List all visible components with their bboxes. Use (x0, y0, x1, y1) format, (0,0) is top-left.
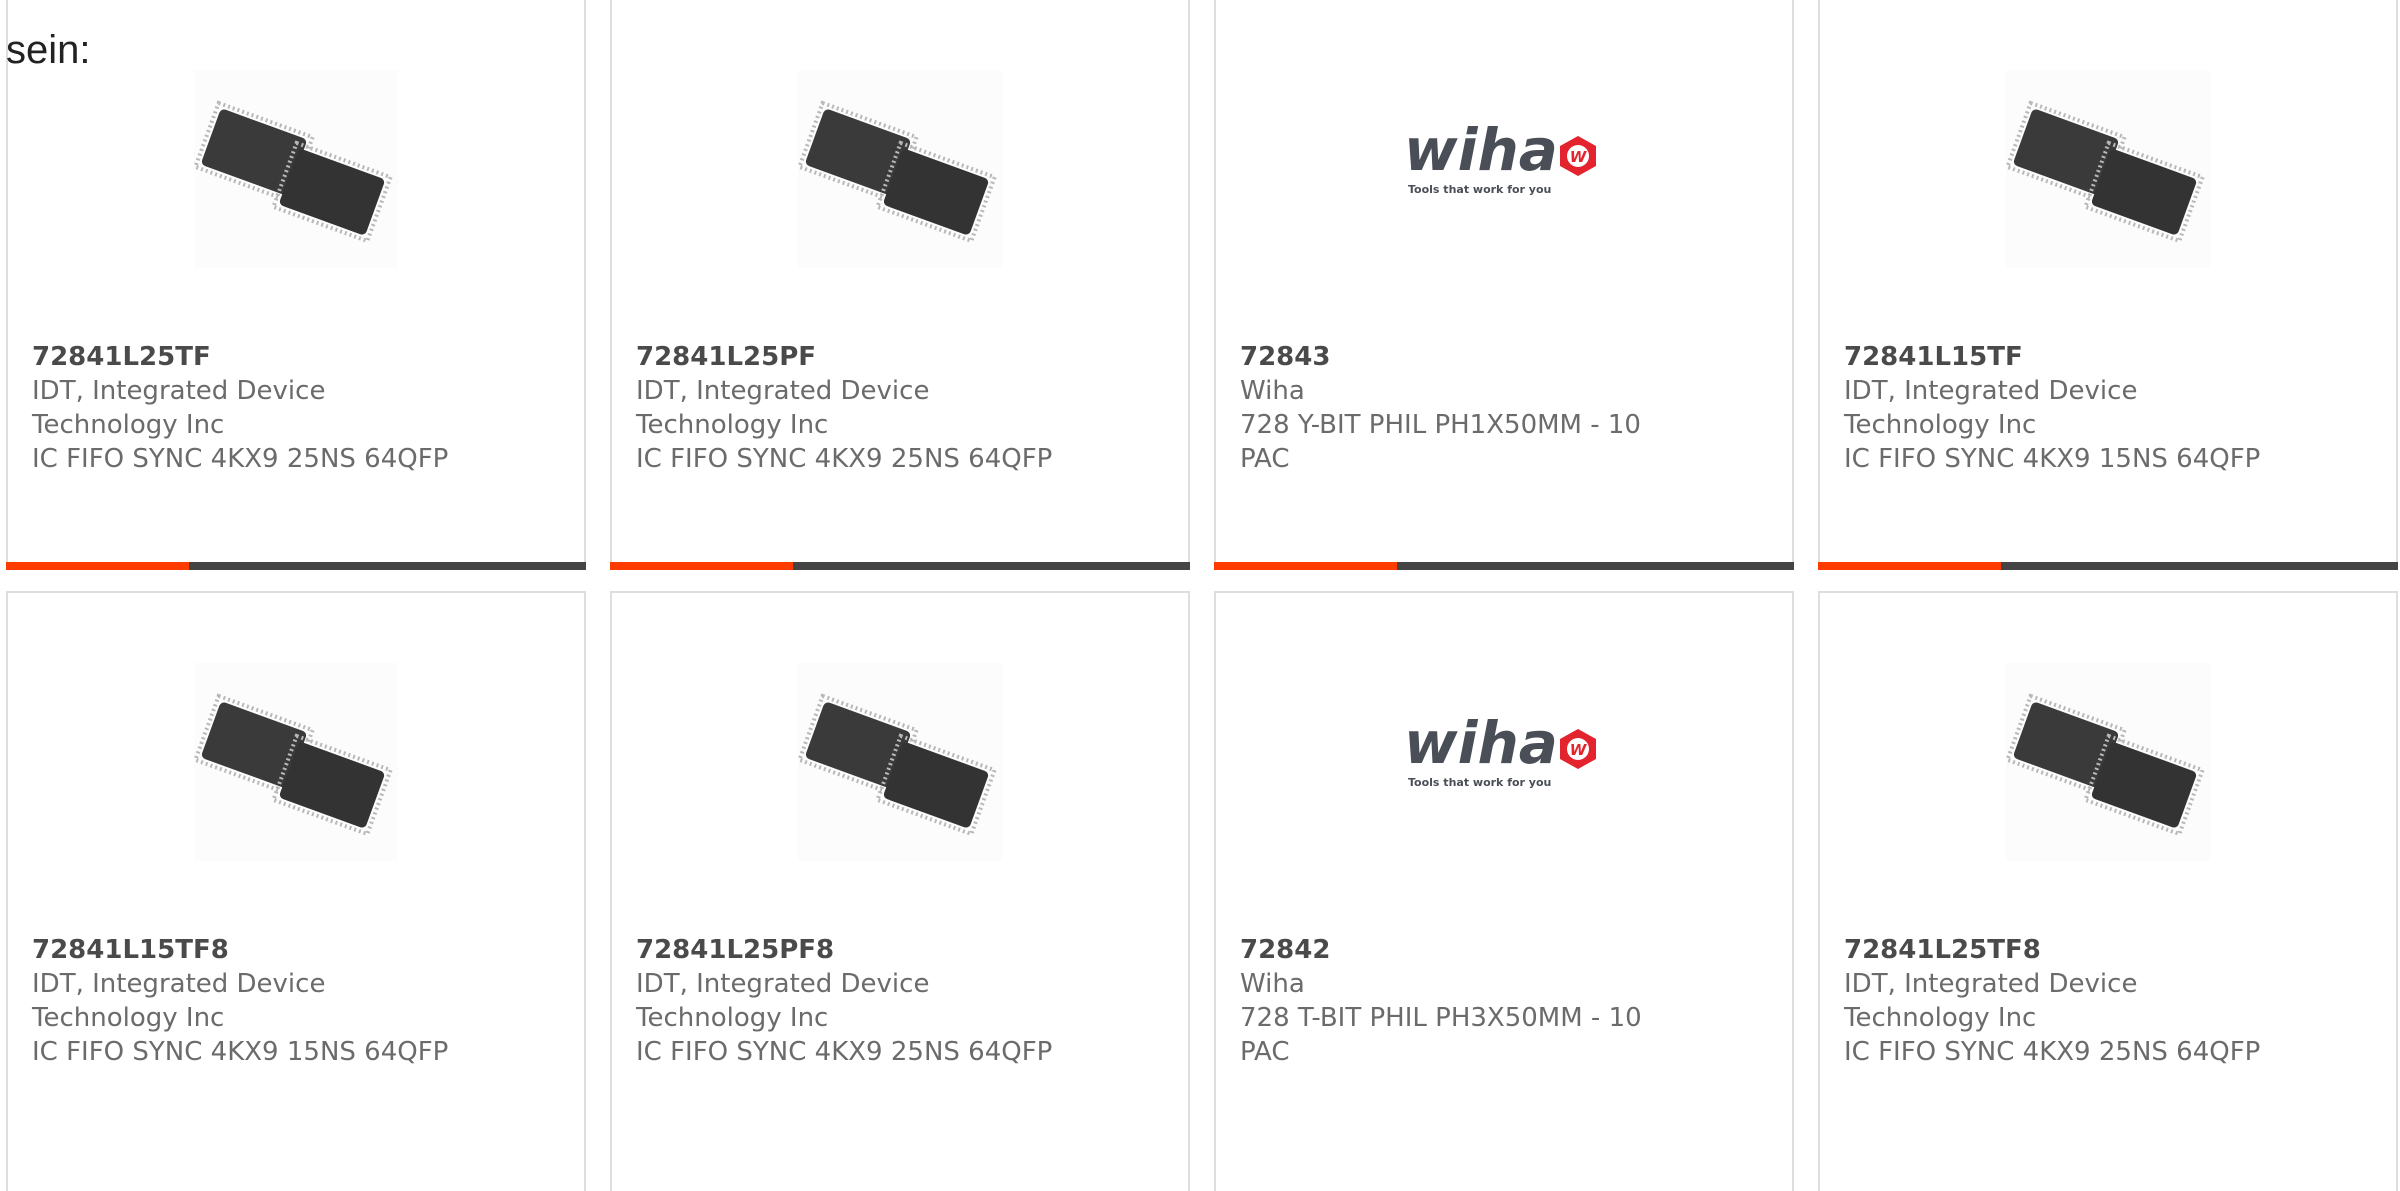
card-bottom-bar (610, 562, 1190, 570)
manufacturer: IDT, Integrated Device (32, 376, 326, 406)
product-info: 72843 Wiha 728 Y-BIT PHIL PH1X50MM - 10 … (1240, 340, 1700, 476)
manufacturer-cont: Technology Inc (32, 1003, 225, 1033)
product-grid: 72841L25TF IDT, Integrated Device Techno… (6, 0, 2400, 1191)
qfp-chip-icon (798, 100, 998, 244)
product-info: 72841L25TF IDT, Integrated Device Techno… (32, 340, 492, 476)
card-bottom-bar (1818, 562, 2398, 570)
product-card[interactable]: 72841L25TF8 IDT, Integrated Device Techn… (1818, 591, 2398, 1191)
part-number[interactable]: 72841L15TF8 (32, 933, 492, 967)
part-number[interactable]: 72843 (1240, 340, 1700, 374)
qfp-chip-icon (194, 100, 394, 244)
wiha-wordmark: wiha (1404, 709, 1558, 777)
wiha-logo-icon: wiha Tools that work for you W (1404, 116, 1596, 196)
manufacturer-cont: Technology Inc (1844, 1003, 2037, 1033)
product-card[interactable]: 72841L15TF8 IDT, Integrated Device Techn… (6, 591, 586, 1191)
wiha-tagline: Tools that work for you (1408, 776, 1551, 789)
description: 728 T-BIT PHIL PH3X50MM - 10 (1240, 1003, 1642, 1033)
part-number[interactable]: 72841L25TF (32, 340, 492, 374)
chip-image[interactable] (2006, 70, 2210, 268)
card-bottom-bar (6, 562, 586, 570)
chip-image[interactable] (194, 663, 398, 861)
product-info: 72842 Wiha 728 T-BIT PHIL PH3X50MM - 10 … (1240, 933, 1700, 1069)
description: IC FIFO SYNC 4KX9 25NS 64QFP (636, 1037, 1053, 1067)
manufacturer: IDT, Integrated Device (32, 969, 326, 999)
part-number[interactable]: 72841L25TF8 (1844, 933, 2304, 967)
chip-image[interactable] (2006, 663, 2210, 861)
manufacturer: Wiha (1240, 376, 1305, 406)
card-accent (6, 562, 189, 570)
qfp-chip-icon (798, 693, 998, 837)
card-accent (610, 562, 793, 570)
product-card[interactable]: 72841L25PF IDT, Integrated Device Techno… (610, 0, 1190, 570)
description: IC FIFO SYNC 4KX9 25NS 64QFP (32, 444, 449, 474)
product-card[interactable]: wiha Tools that work for you W 72842 Wih… (1214, 591, 1794, 1191)
product-card[interactable]: 72841L25TF IDT, Integrated Device Techno… (6, 0, 586, 570)
part-number[interactable]: 72841L25PF8 (636, 933, 1096, 967)
manufacturer-cont: Technology Inc (1844, 410, 2037, 440)
description: IC FIFO SYNC 4KX9 25NS 64QFP (636, 444, 1053, 474)
product-info: 72841L25PF IDT, Integrated Device Techno… (636, 340, 1096, 476)
manufacturer: IDT, Integrated Device (636, 969, 930, 999)
part-number[interactable]: 72842 (1240, 933, 1700, 967)
product-card[interactable]: 72841L15TF IDT, Integrated Device Techno… (1818, 0, 2398, 570)
qfp-chip-icon (2006, 693, 2206, 837)
product-card[interactable]: wiha Tools that work for you W 72843 Wih… (1214, 0, 1794, 570)
card-accent (1818, 562, 2001, 570)
product-info: 72841L25PF8 IDT, Integrated Device Techn… (636, 933, 1096, 1069)
product-info: 72841L15TF IDT, Integrated Device Techno… (1844, 340, 2304, 476)
qfp-chip-icon (2006, 100, 2206, 244)
part-number[interactable]: 72841L25PF (636, 340, 1096, 374)
manufacturer-cont: Technology Inc (636, 1003, 829, 1033)
manufacturer-cont: Technology Inc (636, 410, 829, 440)
wiha-badge: W (1570, 741, 1588, 759)
product-info: 72841L25TF8 IDT, Integrated Device Techn… (1844, 933, 2304, 1069)
chip-image[interactable] (194, 70, 398, 268)
manufacturer-cont: Technology Inc (32, 410, 225, 440)
card-bottom-bar (1214, 562, 1794, 570)
description: IC FIFO SYNC 4KX9 25NS 64QFP (1844, 1037, 2261, 1067)
description: IC FIFO SYNC 4KX9 15NS 64QFP (1844, 444, 2261, 474)
product-card[interactable]: 72841L25PF8 IDT, Integrated Device Techn… (610, 591, 1190, 1191)
wiha-logo-image[interactable]: wiha Tools that work for you W (1402, 70, 1606, 268)
description-cont: PAC (1240, 1037, 1290, 1067)
manufacturer: IDT, Integrated Device (1844, 376, 2138, 406)
part-number[interactable]: 72841L15TF (1844, 340, 2304, 374)
wiha-wordmark: wiha (1404, 116, 1558, 184)
description-cont: PAC (1240, 444, 1290, 474)
manufacturer: IDT, Integrated Device (636, 376, 930, 406)
lead-text: sein: (6, 28, 91, 72)
description: 728 Y-BIT PHIL PH1X50MM - 10 (1240, 410, 1641, 440)
manufacturer: IDT, Integrated Device (1844, 969, 2138, 999)
qfp-chip-icon (194, 693, 394, 837)
card-accent (1214, 562, 1397, 570)
product-info: 72841L15TF8 IDT, Integrated Device Techn… (32, 933, 492, 1069)
wiha-tagline: Tools that work for you (1408, 183, 1551, 196)
wiha-logo-icon: wiha Tools that work for you W (1404, 709, 1596, 789)
wiha-logo-image[interactable]: wiha Tools that work for you W (1402, 663, 1606, 861)
chip-image[interactable] (798, 663, 1002, 861)
wiha-badge: W (1570, 148, 1588, 166)
description: IC FIFO SYNC 4KX9 15NS 64QFP (32, 1037, 449, 1067)
chip-image[interactable] (798, 70, 1002, 268)
manufacturer: Wiha (1240, 969, 1305, 999)
